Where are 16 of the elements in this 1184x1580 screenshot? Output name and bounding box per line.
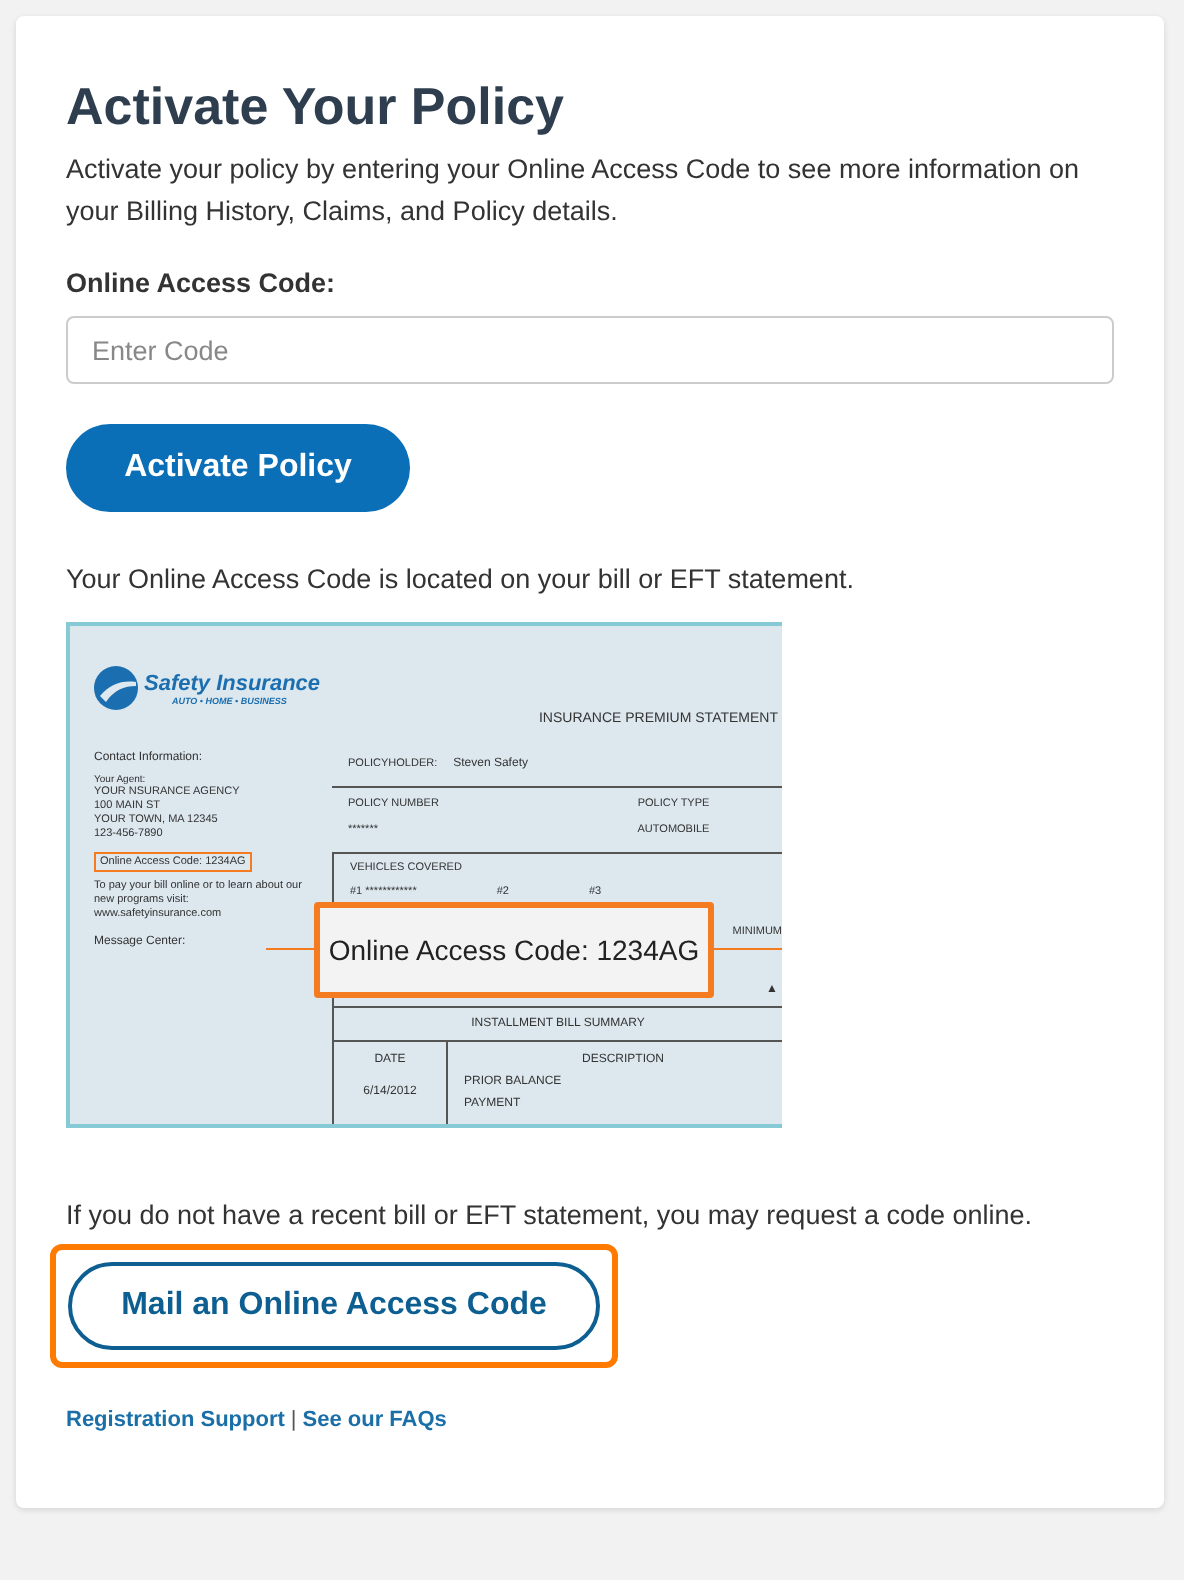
access-code-input[interactable]: Enter Code: [66, 316, 1114, 384]
logo-icon: [94, 666, 138, 710]
leader-line: [710, 948, 782, 950]
access-code-callout: Online Access Code: 1234AG: [314, 902, 714, 998]
page-title: Activate Your Policy: [66, 76, 565, 136]
leader-line: [266, 948, 314, 950]
field-label: Online Access Code:: [66, 268, 336, 298]
intro-text: Activate your policy by entering your Online Access Code to see more information on your Billing History, Claims, and Policy details.: [66, 152, 1082, 230]
mail-code-button[interactable]: Mail an Online Access Code: [68, 1262, 600, 1350]
link-separator: |: [290, 1408, 297, 1432]
activate-policy-button[interactable]: Activate Policy: [66, 424, 410, 512]
registration-support-link[interactable]: Registration Support: [66, 1408, 285, 1432]
faq-link[interactable]: See our FAQs: [302, 1408, 447, 1432]
logo-name: Safety Insurance: [144, 671, 321, 695]
request-note-text: If you do not have a recent bill or EFT statement, you may request a code online.: [66, 1200, 1033, 1230]
bill-note-text: Your Online Access Code is located on your bill or EFT statement.: [66, 564, 854, 594]
